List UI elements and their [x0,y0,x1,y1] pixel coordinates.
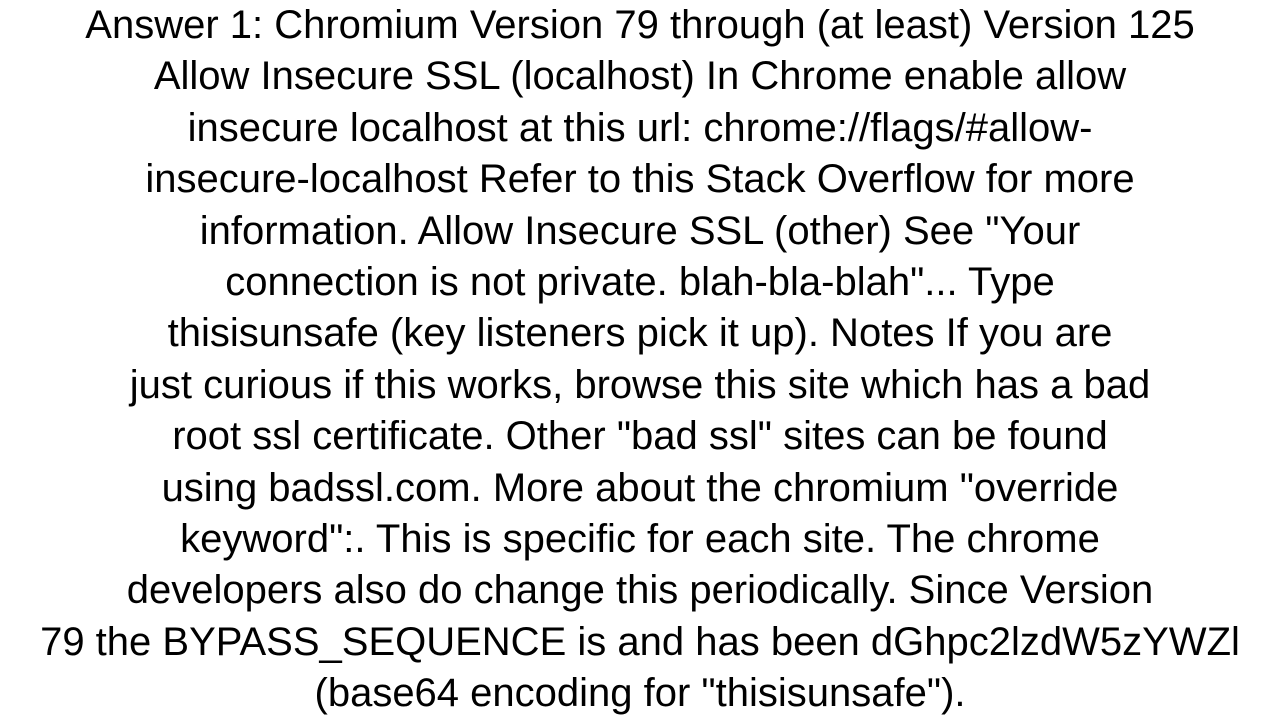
answer-line: information. Allow Insecure SSL (other) … [199,208,1081,253]
answer-line: thisisunsafe (key listeners pick it up).… [167,311,1113,356]
answer-line: just curious if this works, browse this … [129,362,1151,407]
answer-line: using badssl.com. More about the chromiu… [161,465,1119,510]
answer-line: (base64 encoding for "thisisunsafe"). [314,671,966,716]
answer-text-block: Answer 1: Chromium Version 79 through (a… [0,0,1280,720]
answer-line: Answer 1: Chromium Version 79 through (a… [85,3,1195,47]
answer-line: developers also do change this periodica… [126,568,1154,613]
answer-line: insecure-localhost Refer to this Stack O… [145,157,1135,202]
answer-line: Allow Insecure SSL (localhost) In Chrome… [153,54,1127,99]
answer-line: insecure localhost at this url: chrome:/… [187,105,1093,150]
answer-line-bypass-sequence: 79 the BYPASS_SEQUENCE is and has been d… [40,619,1240,664]
answer-line: keyword":. This is specific for each sit… [180,516,1100,561]
answer-line: root ssl certificate. Other "bad ssl" si… [172,414,1108,459]
answer-line: connection is not private. blah-bla-blah… [225,259,1055,304]
answer-paragraph: Answer 1: Chromium Version 79 through (a… [0,0,1280,719]
